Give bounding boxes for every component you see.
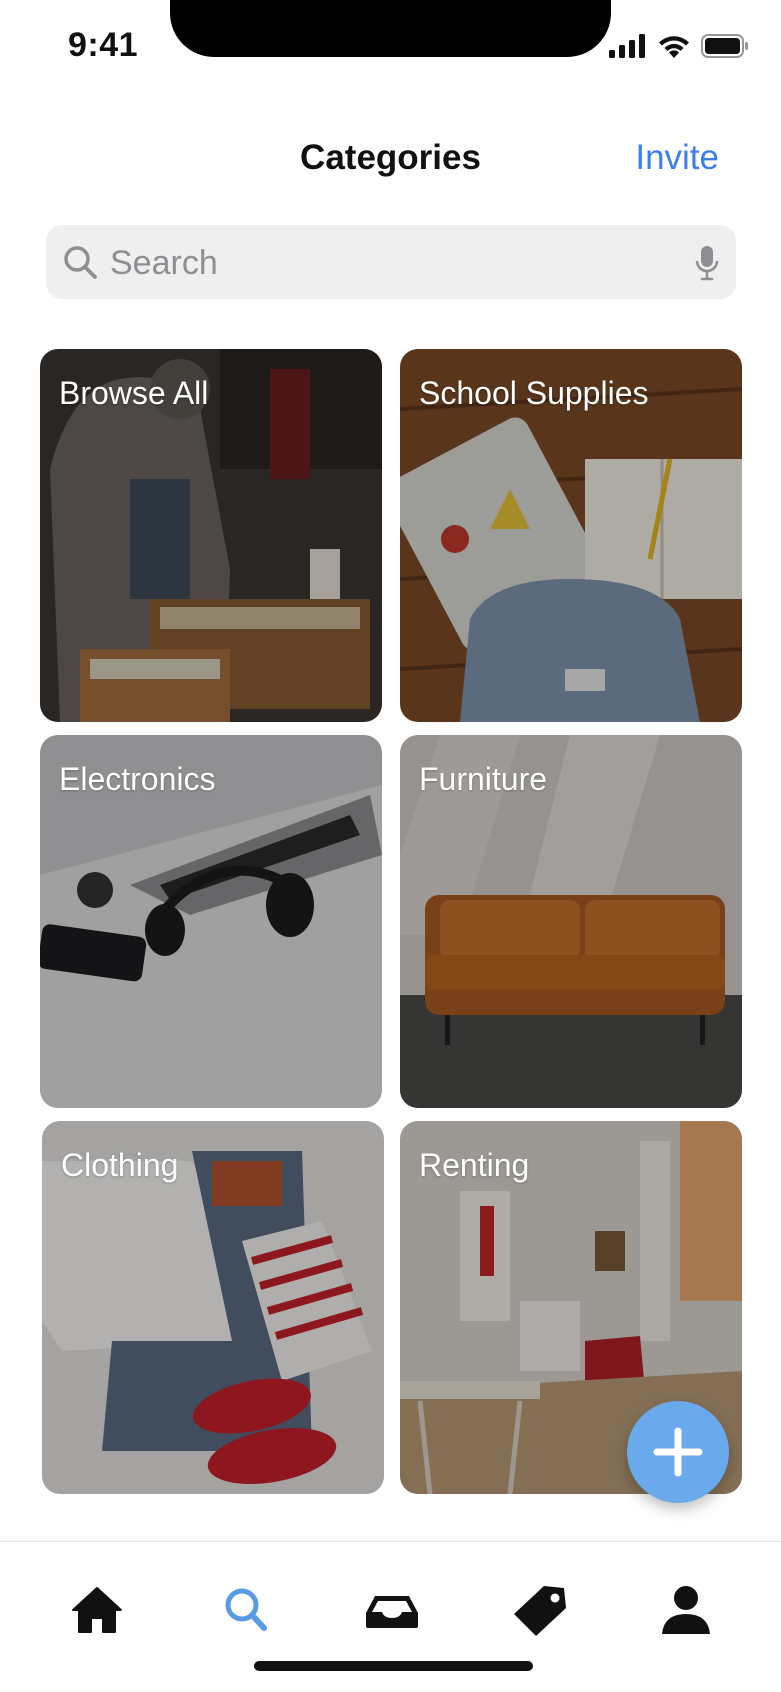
category-label: Electronics: [59, 761, 216, 797]
category-tile-clothing[interactable]: Clothing: [42, 1121, 384, 1494]
profile-icon: [662, 1586, 710, 1634]
category-label: School Supplies: [419, 375, 649, 411]
wifi-icon: [659, 36, 689, 58]
tab-search[interactable]: [216, 1580, 276, 1640]
battery-icon: [701, 34, 748, 58]
tab-inbox[interactable]: [362, 1580, 422, 1640]
plus-icon: [653, 1427, 703, 1477]
inbox-icon: [366, 1596, 418, 1628]
tag-icon: [514, 1586, 566, 1636]
device-notch: [170, 0, 611, 57]
home-indicator: [254, 1661, 533, 1671]
category-tile-school-supplies[interactable]: School Supplies: [400, 349, 742, 722]
category-tile-furniture[interactable]: Furniture: [400, 735, 742, 1108]
category-label: Renting: [419, 1147, 530, 1183]
search-input[interactable]: [108, 225, 672, 301]
search-bar[interactable]: [46, 225, 736, 301]
category-label: Clothing: [61, 1147, 179, 1183]
category-tile-electronics[interactable]: Electronics: [40, 735, 382, 1108]
category-label: Browse All: [59, 375, 209, 411]
navigation-header: Categories Invite: [0, 120, 781, 200]
tab-home[interactable]: [67, 1580, 127, 1640]
status-icons: [609, 34, 749, 58]
search-icon: [64, 246, 97, 279]
home-icon: [72, 1587, 122, 1633]
add-listing-button[interactable]: [627, 1401, 729, 1503]
category-tile-browse-all[interactable]: Browse All: [40, 349, 382, 722]
status-bar: 9:41: [0, 0, 781, 95]
microphone-icon[interactable]: [694, 244, 720, 282]
cellular-signal-icon: [609, 34, 645, 58]
search-icon: [225, 1588, 267, 1631]
tab-profile[interactable]: [656, 1580, 716, 1640]
tab-tags[interactable]: [510, 1580, 570, 1640]
invite-button[interactable]: Invite: [635, 138, 719, 178]
status-time: 9:41: [68, 26, 139, 64]
category-label: Furniture: [419, 761, 548, 797]
